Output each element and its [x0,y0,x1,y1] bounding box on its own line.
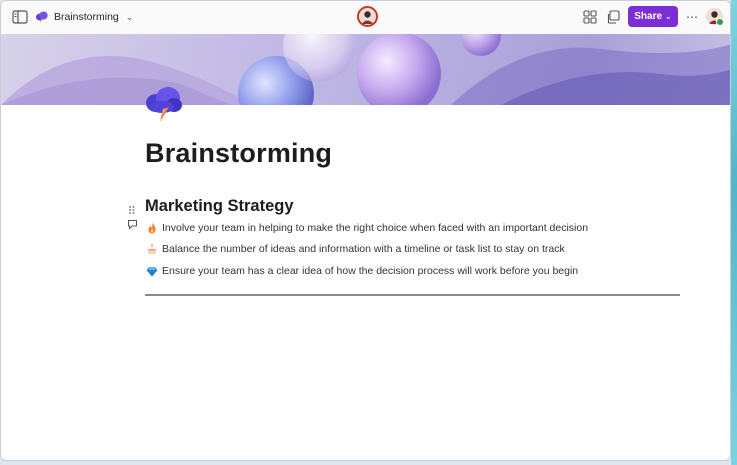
drag-handle-icon[interactable] [128,202,136,214]
more-options-icon[interactable]: ⋯ [685,10,699,24]
list-item-text: Ensure your team has a clear idea of how… [162,265,579,277]
fire-emoji-icon [146,222,158,234]
comment-icon[interactable] [127,217,138,230]
chevron-down-icon: ⌄ [665,12,672,21]
list-item[interactable]: Involve your team in helping to make the… [146,222,588,234]
brainstorm-cloud-icon [36,11,48,23]
document-switcher[interactable]: Brainstorming ⌄ [35,8,133,26]
page-title[interactable]: Brainstorming [145,138,332,169]
chevron-down-icon: ⌄ [125,11,134,22]
sidebar-toggle-icon[interactable] [12,10,28,24]
section-heading[interactable]: Marketing Strategy [145,197,294,216]
title-bar: Brainstorming ⌄ Share ⌄ ⋯ [1,1,730,35]
gem-emoji-icon [146,265,158,277]
share-label: Share [634,11,663,22]
apps-grid-icon[interactable] [583,10,597,24]
page-cloud-icon [144,85,184,123]
list-item-text: Balance the number of ideas and informat… [162,243,565,255]
user-avatar[interactable] [706,8,724,26]
share-button[interactable]: Share ⌄ [628,6,678,27]
app-window: Brainstorming ⌄ Share ⌄ ⋯ Brainstorming … [0,0,731,461]
divider [145,294,680,296]
cover-image [1,34,730,105]
cake-emoji-icon [146,243,158,255]
presence-indicator [716,18,724,26]
copy-icon[interactable] [606,10,620,24]
list-item-text: Involve your team in helping to make the… [162,222,589,234]
list-item[interactable]: Balance the number of ideas and informat… [146,243,565,255]
document-name: Brainstorming [54,11,119,23]
list-item[interactable]: Ensure your team has a clear idea of how… [146,265,578,277]
collaborator-avatar[interactable] [357,6,378,27]
desktop-background [731,0,737,465]
